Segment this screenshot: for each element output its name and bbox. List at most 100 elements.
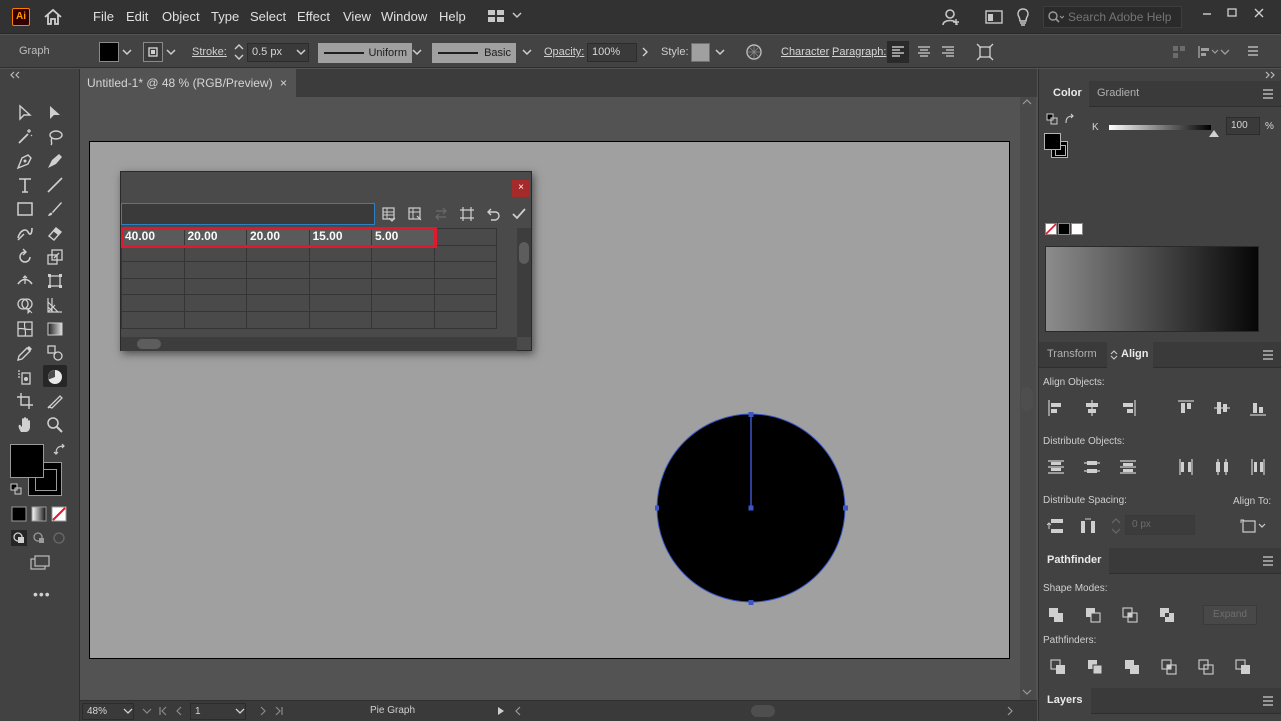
pen-tool-icon[interactable] <box>13 149 37 171</box>
vertical-distribute-space-icon[interactable] <box>1047 517 1065 535</box>
fill-color-box[interactable] <box>10 444 44 478</box>
dialog-titlebar[interactable]: × <box>121 172 531 201</box>
scale-tool-icon[interactable] <box>43 245 67 267</box>
vertical-align-center-icon[interactable] <box>1213 399 1231 417</box>
eyedropper-tool-icon[interactable] <box>13 341 37 363</box>
merge-icon[interactable] <box>1123 658 1141 676</box>
rotate-tool-icon[interactable] <box>13 245 37 267</box>
rotate-view-icon[interactable] <box>142 706 152 716</box>
eraser-tool-icon[interactable] <box>43 221 67 243</box>
stroke-weight-stepper-icon[interactable] <box>233 42 245 62</box>
chevron-down-icon[interactable] <box>512 10 522 20</box>
collapse-panels-icon[interactable] <box>1265 71 1275 79</box>
gradient-mode-icon[interactable] <box>30 505 48 523</box>
vertical-distribute-top-icon[interactable] <box>1047 458 1065 476</box>
hand-tool-icon[interactable] <box>13 413 37 435</box>
control-bar-menu-icon[interactable] <box>1246 44 1260 58</box>
revert-icon[interactable] <box>485 206 501 222</box>
tab-color[interactable]: Color <box>1053 87 1082 99</box>
vertical-align-top-icon[interactable] <box>1177 399 1195 417</box>
trim-icon[interactable] <box>1086 658 1104 676</box>
data-cell[interactable] <box>183 294 247 312</box>
shaper-tool-icon[interactable] <box>13 221 37 243</box>
perspective-grid-tool-icon[interactable] <box>43 293 67 315</box>
data-cell[interactable] <box>371 261 435 279</box>
direct-selection-tool-icon[interactable] <box>43 101 67 123</box>
cell-style-icon[interactable] <box>459 206 475 222</box>
minimize-window-icon[interactable] <box>1200 6 1214 20</box>
rectangle-tool-icon[interactable] <box>13 197 37 219</box>
data-cell[interactable] <box>308 310 372 329</box>
mesh-tool-icon[interactable] <box>13 317 37 339</box>
paragraph-panel-link[interactable]: Paragraph: <box>832 46 886 58</box>
cell-entry-field[interactable] <box>121 203 375 225</box>
selection-tool-icon[interactable] <box>13 101 37 123</box>
draw-normal-icon[interactable] <box>10 529 28 547</box>
next-artboard-icon[interactable] <box>258 706 268 716</box>
chevron-right-icon[interactable] <box>641 47 649 57</box>
graphic-style-swatch[interactable] <box>691 43 710 62</box>
pie-graph-svg[interactable] <box>655 412 849 606</box>
data-cell[interactable] <box>433 261 497 279</box>
menu-select[interactable]: Select <box>250 9 286 24</box>
apply-checkmark-icon[interactable] <box>511 206 527 222</box>
horizontal-align-left-icon[interactable] <box>1047 399 1065 417</box>
data-cell[interactable] <box>246 294 310 312</box>
draw-behind-icon[interactable] <box>30 529 48 547</box>
chevron-down-icon[interactable] <box>522 47 532 57</box>
vertical-scroll-thumb[interactable] <box>1021 387 1033 411</box>
chevron-down-icon[interactable] <box>122 47 132 57</box>
type-tool-icon[interactable] <box>13 173 37 195</box>
default-colors-icon[interactable] <box>1046 113 1058 125</box>
align-right-text-icon[interactable] <box>937 41 959 63</box>
none-mode-icon[interactable] <box>50 505 68 523</box>
data-cell[interactable] <box>183 277 247 296</box>
scroll-right-icon[interactable] <box>1006 706 1014 716</box>
close-dialog-icon[interactable]: × <box>512 180 530 197</box>
transpose-row-column-icon[interactable] <box>407 206 423 222</box>
curvature-tool-icon[interactable] <box>43 149 67 171</box>
close-tab-icon[interactable]: × <box>280 76 287 90</box>
chevron-down-icon[interactable] <box>412 47 422 57</box>
data-cell[interactable] <box>308 261 372 279</box>
menu-object[interactable]: Object <box>162 9 200 24</box>
horizontal-scroll-thumb[interactable] <box>751 705 775 717</box>
recolor-artwork-icon[interactable] <box>745 43 763 61</box>
swap-colors-icon[interactable] <box>1064 113 1076 125</box>
menu-effect[interactable]: Effect <box>297 9 330 24</box>
grid-horizontal-scroll-thumb[interactable] <box>137 339 161 349</box>
character-panel-link[interactable]: Character <box>781 46 829 58</box>
edit-toolbar-icon[interactable]: ••• <box>33 586 51 602</box>
divide-icon[interactable] <box>1049 658 1067 676</box>
data-cell[interactable] <box>433 294 497 312</box>
horizontal-distribute-space-icon[interactable] <box>1079 517 1097 535</box>
tab-align[interactable]: Align <box>1121 348 1149 360</box>
k-value-field[interactable]: 100 <box>1226 117 1260 135</box>
vertical-distribute-bottom-icon[interactable] <box>1119 458 1137 476</box>
panel-toggle-icon[interactable] <box>1110 350 1118 360</box>
help-search-box[interactable] <box>1043 6 1182 28</box>
minus-back-icon[interactable] <box>1234 658 1252 676</box>
import-data-icon[interactable] <box>381 206 397 222</box>
home-icon[interactable] <box>43 8 63 26</box>
zoom-tool-icon[interactable] <box>43 413 67 435</box>
scroll-down-icon[interactable] <box>1022 688 1032 696</box>
data-cell[interactable] <box>371 310 435 329</box>
workspace-switcher-icon[interactable] <box>487 9 505 23</box>
magic-wand-tool-icon[interactable] <box>13 125 37 147</box>
menu-edit[interactable]: Edit <box>126 9 148 24</box>
data-cell[interactable] <box>121 310 185 329</box>
none-swatch-icon[interactable] <box>1045 223 1057 235</box>
intersect-icon[interactable] <box>1121 606 1139 624</box>
user-account-icon[interactable] <box>941 8 961 26</box>
scroll-left-icon[interactable] <box>514 706 522 716</box>
status-menu-arrow-icon[interactable] <box>497 706 505 716</box>
blend-tool-icon[interactable] <box>43 341 67 363</box>
chevron-down-icon[interactable] <box>166 47 176 57</box>
panel-fill-swatch[interactable] <box>1044 133 1061 150</box>
previous-artboard-icon[interactable] <box>174 706 184 716</box>
last-artboard-icon[interactable] <box>274 706 284 716</box>
minus-front-icon[interactable] <box>1084 606 1102 624</box>
grid-horizontal-scrollbar[interactable] <box>121 337 517 351</box>
outline-icon[interactable] <box>1197 658 1215 676</box>
